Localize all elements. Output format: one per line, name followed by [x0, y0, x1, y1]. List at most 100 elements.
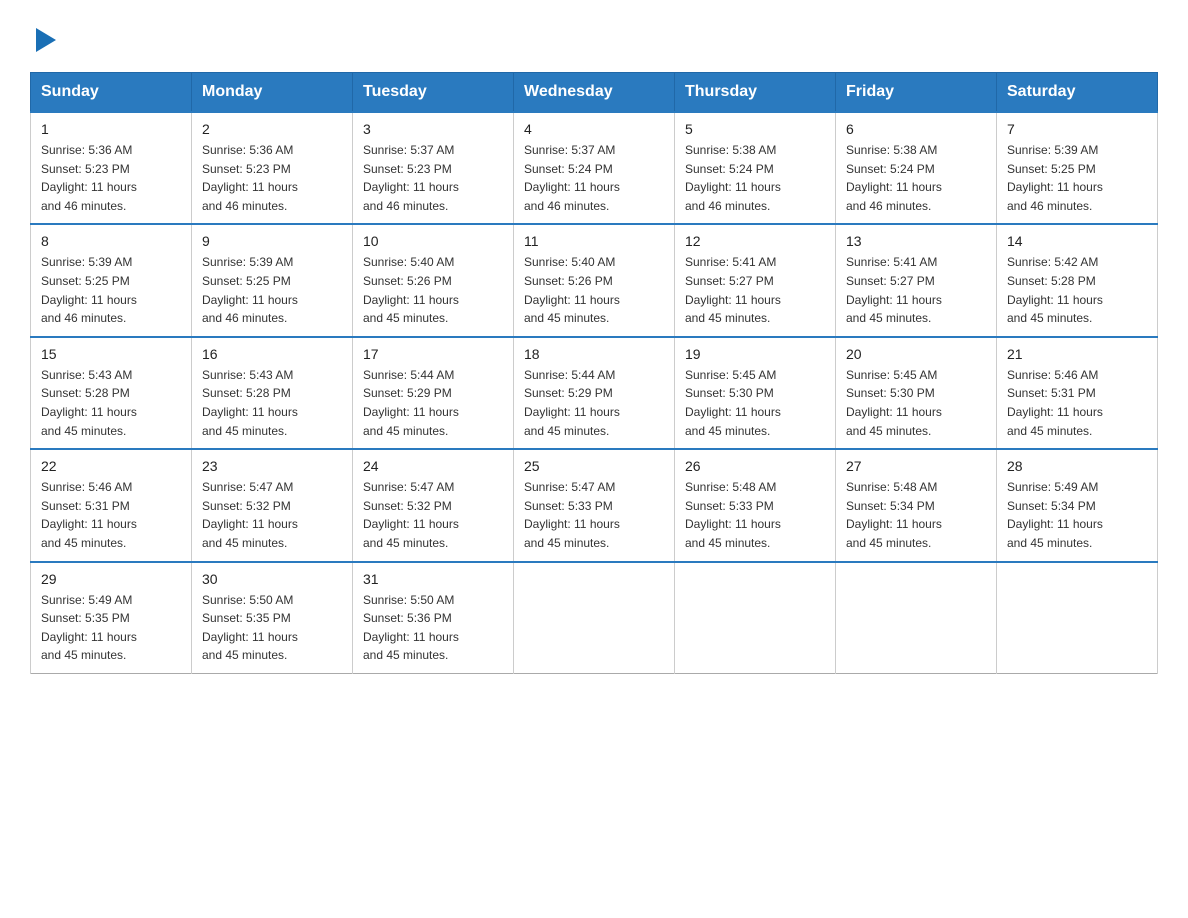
day-number: 2 — [202, 121, 342, 137]
day-number: 31 — [363, 571, 503, 587]
day-number: 8 — [41, 233, 181, 249]
day-info: Sunrise: 5:50 AMSunset: 5:36 PMDaylight:… — [363, 593, 459, 663]
day-cell-13: 13 Sunrise: 5:41 AMSunset: 5:27 PMDaylig… — [836, 224, 997, 336]
day-info: Sunrise: 5:47 AMSunset: 5:33 PMDaylight:… — [524, 480, 620, 550]
calendar-table: SundayMondayTuesdayWednesdayThursdayFrid… — [30, 72, 1158, 674]
empty-cell — [514, 562, 675, 674]
day-cell-22: 22 Sunrise: 5:46 AMSunset: 5:31 PMDaylig… — [31, 449, 192, 561]
day-info: Sunrise: 5:49 AMSunset: 5:35 PMDaylight:… — [41, 593, 137, 663]
day-cell-24: 24 Sunrise: 5:47 AMSunset: 5:32 PMDaylig… — [353, 449, 514, 561]
day-info: Sunrise: 5:43 AMSunset: 5:28 PMDaylight:… — [202, 368, 298, 438]
day-info: Sunrise: 5:45 AMSunset: 5:30 PMDaylight:… — [685, 368, 781, 438]
day-info: Sunrise: 5:41 AMSunset: 5:27 PMDaylight:… — [685, 255, 781, 325]
day-info: Sunrise: 5:39 AMSunset: 5:25 PMDaylight:… — [1007, 143, 1103, 213]
day-info: Sunrise: 5:43 AMSunset: 5:28 PMDaylight:… — [41, 368, 137, 438]
week-row-5: 29 Sunrise: 5:49 AMSunset: 5:35 PMDaylig… — [31, 562, 1158, 674]
day-number: 24 — [363, 458, 503, 474]
day-info: Sunrise: 5:40 AMSunset: 5:26 PMDaylight:… — [363, 255, 459, 325]
day-info: Sunrise: 5:45 AMSunset: 5:30 PMDaylight:… — [846, 368, 942, 438]
day-cell-8: 8 Sunrise: 5:39 AMSunset: 5:25 PMDayligh… — [31, 224, 192, 336]
weekday-header-friday: Friday — [836, 73, 997, 113]
day-info: Sunrise: 5:39 AMSunset: 5:25 PMDaylight:… — [41, 255, 137, 325]
day-info: Sunrise: 5:48 AMSunset: 5:33 PMDaylight:… — [685, 480, 781, 550]
day-info: Sunrise: 5:36 AMSunset: 5:23 PMDaylight:… — [202, 143, 298, 213]
week-row-4: 22 Sunrise: 5:46 AMSunset: 5:31 PMDaylig… — [31, 449, 1158, 561]
day-info: Sunrise: 5:47 AMSunset: 5:32 PMDaylight:… — [363, 480, 459, 550]
day-cell-21: 21 Sunrise: 5:46 AMSunset: 5:31 PMDaylig… — [997, 337, 1158, 449]
day-cell-1: 1 Sunrise: 5:36 AMSunset: 5:23 PMDayligh… — [31, 112, 192, 224]
day-cell-20: 20 Sunrise: 5:45 AMSunset: 5:30 PMDaylig… — [836, 337, 997, 449]
weekday-header-tuesday: Tuesday — [353, 73, 514, 113]
day-number: 29 — [41, 571, 181, 587]
day-info: Sunrise: 5:36 AMSunset: 5:23 PMDaylight:… — [41, 143, 137, 213]
weekday-header-monday: Monday — [192, 73, 353, 113]
day-cell-11: 11 Sunrise: 5:40 AMSunset: 5:26 PMDaylig… — [514, 224, 675, 336]
day-cell-19: 19 Sunrise: 5:45 AMSunset: 5:30 PMDaylig… — [675, 337, 836, 449]
day-cell-31: 31 Sunrise: 5:50 AMSunset: 5:36 PMDaylig… — [353, 562, 514, 674]
day-cell-12: 12 Sunrise: 5:41 AMSunset: 5:27 PMDaylig… — [675, 224, 836, 336]
day-info: Sunrise: 5:50 AMSunset: 5:35 PMDaylight:… — [202, 593, 298, 663]
day-number: 18 — [524, 346, 664, 362]
empty-cell — [997, 562, 1158, 674]
day-cell-28: 28 Sunrise: 5:49 AMSunset: 5:34 PMDaylig… — [997, 449, 1158, 561]
day-cell-6: 6 Sunrise: 5:38 AMSunset: 5:24 PMDayligh… — [836, 112, 997, 224]
weekday-header-row: SundayMondayTuesdayWednesdayThursdayFrid… — [31, 73, 1158, 113]
day-info: Sunrise: 5:38 AMSunset: 5:24 PMDaylight:… — [685, 143, 781, 213]
day-number: 7 — [1007, 121, 1147, 137]
day-cell-16: 16 Sunrise: 5:43 AMSunset: 5:28 PMDaylig… — [192, 337, 353, 449]
day-number: 27 — [846, 458, 986, 474]
day-info: Sunrise: 5:38 AMSunset: 5:24 PMDaylight:… — [846, 143, 942, 213]
day-cell-15: 15 Sunrise: 5:43 AMSunset: 5:28 PMDaylig… — [31, 337, 192, 449]
day-info: Sunrise: 5:37 AMSunset: 5:24 PMDaylight:… — [524, 143, 620, 213]
day-info: Sunrise: 5:42 AMSunset: 5:28 PMDaylight:… — [1007, 255, 1103, 325]
day-info: Sunrise: 5:40 AMSunset: 5:26 PMDaylight:… — [524, 255, 620, 325]
logo — [30, 30, 58, 52]
weekday-header-wednesday: Wednesday — [514, 73, 675, 113]
day-number: 15 — [41, 346, 181, 362]
day-number: 28 — [1007, 458, 1147, 474]
day-number: 14 — [1007, 233, 1147, 249]
week-row-2: 8 Sunrise: 5:39 AMSunset: 5:25 PMDayligh… — [31, 224, 1158, 336]
day-info: Sunrise: 5:49 AMSunset: 5:34 PMDaylight:… — [1007, 480, 1103, 550]
week-row-3: 15 Sunrise: 5:43 AMSunset: 5:28 PMDaylig… — [31, 337, 1158, 449]
day-number: 30 — [202, 571, 342, 587]
logo-blue-text — [30, 30, 58, 52]
day-number: 26 — [685, 458, 825, 474]
day-info: Sunrise: 5:44 AMSunset: 5:29 PMDaylight:… — [363, 368, 459, 438]
weekday-header-thursday: Thursday — [675, 73, 836, 113]
day-cell-29: 29 Sunrise: 5:49 AMSunset: 5:35 PMDaylig… — [31, 562, 192, 674]
day-number: 22 — [41, 458, 181, 474]
day-number: 3 — [363, 121, 503, 137]
day-cell-30: 30 Sunrise: 5:50 AMSunset: 5:35 PMDaylig… — [192, 562, 353, 674]
day-cell-9: 9 Sunrise: 5:39 AMSunset: 5:25 PMDayligh… — [192, 224, 353, 336]
day-cell-10: 10 Sunrise: 5:40 AMSunset: 5:26 PMDaylig… — [353, 224, 514, 336]
day-number: 16 — [202, 346, 342, 362]
day-number: 5 — [685, 121, 825, 137]
day-number: 1 — [41, 121, 181, 137]
day-cell-17: 17 Sunrise: 5:44 AMSunset: 5:29 PMDaylig… — [353, 337, 514, 449]
day-cell-14: 14 Sunrise: 5:42 AMSunset: 5:28 PMDaylig… — [997, 224, 1158, 336]
empty-cell — [675, 562, 836, 674]
weekday-header-sunday: Sunday — [31, 73, 192, 113]
day-number: 11 — [524, 233, 664, 249]
day-number: 20 — [846, 346, 986, 362]
day-cell-4: 4 Sunrise: 5:37 AMSunset: 5:24 PMDayligh… — [514, 112, 675, 224]
day-info: Sunrise: 5:46 AMSunset: 5:31 PMDaylight:… — [41, 480, 137, 550]
day-cell-27: 27 Sunrise: 5:48 AMSunset: 5:34 PMDaylig… — [836, 449, 997, 561]
day-cell-26: 26 Sunrise: 5:48 AMSunset: 5:33 PMDaylig… — [675, 449, 836, 561]
day-number: 19 — [685, 346, 825, 362]
day-info: Sunrise: 5:48 AMSunset: 5:34 PMDaylight:… — [846, 480, 942, 550]
day-number: 10 — [363, 233, 503, 249]
day-info: Sunrise: 5:39 AMSunset: 5:25 PMDaylight:… — [202, 255, 298, 325]
day-cell-25: 25 Sunrise: 5:47 AMSunset: 5:33 PMDaylig… — [514, 449, 675, 561]
day-number: 6 — [846, 121, 986, 137]
day-cell-5: 5 Sunrise: 5:38 AMSunset: 5:24 PMDayligh… — [675, 112, 836, 224]
day-number: 9 — [202, 233, 342, 249]
day-cell-18: 18 Sunrise: 5:44 AMSunset: 5:29 PMDaylig… — [514, 337, 675, 449]
day-info: Sunrise: 5:41 AMSunset: 5:27 PMDaylight:… — [846, 255, 942, 325]
day-number: 17 — [363, 346, 503, 362]
day-cell-7: 7 Sunrise: 5:39 AMSunset: 5:25 PMDayligh… — [997, 112, 1158, 224]
page-header — [30, 30, 1158, 52]
day-number: 25 — [524, 458, 664, 474]
weekday-header-saturday: Saturday — [997, 73, 1158, 113]
